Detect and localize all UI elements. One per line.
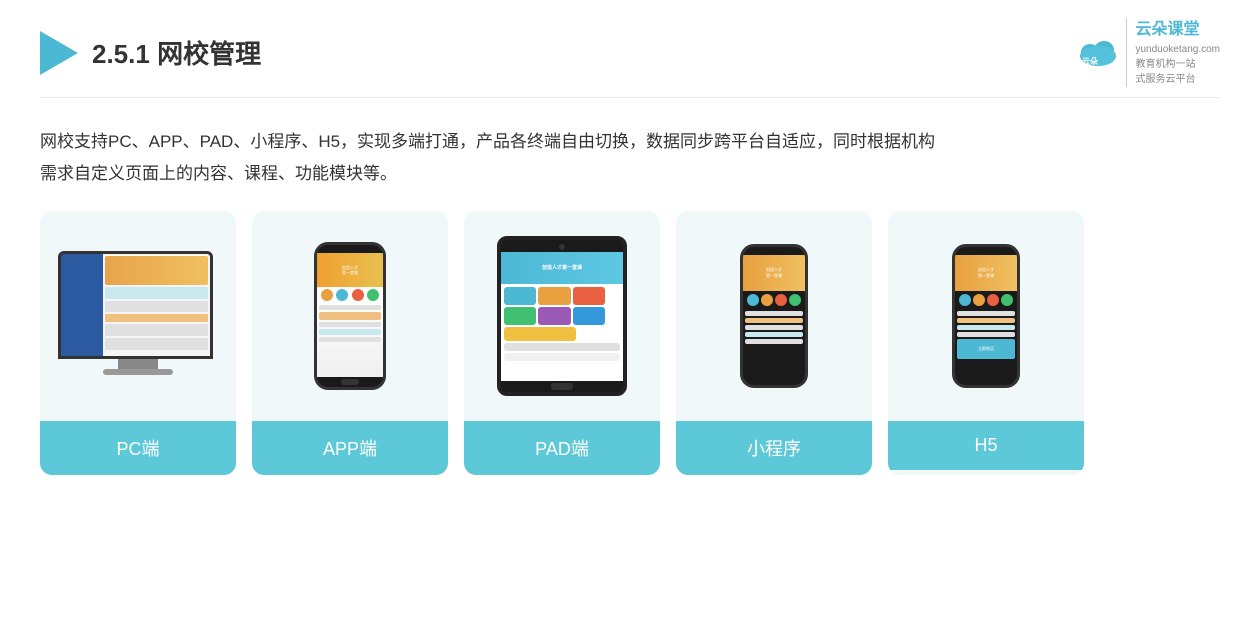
cloud-logo-icon: 云朵 bbox=[1076, 36, 1120, 70]
cards-container: PC端 创造人才第一堂课 bbox=[40, 211, 1220, 475]
miniprogram-device-icon: 创造人才第一堂课 bbox=[740, 244, 808, 388]
card-pad-image: 创造人才第一堂课 bbox=[464, 211, 660, 421]
card-app: 创造人才第一堂课 bbox=[252, 211, 448, 475]
brand-logo: 云朵 云朵课堂 yunduoketang.com 教育机构一站 式服务云平台 bbox=[1076, 18, 1220, 87]
card-app-label: APP端 bbox=[252, 421, 448, 475]
card-pad-label: PAD端 bbox=[464, 421, 660, 475]
page-container: 2.5.1 网校管理 云朵 云朵课堂 yunduoketang.com 教育机构… bbox=[0, 0, 1260, 630]
card-h5-image: 创造人才第一堂课 bbox=[888, 211, 1084, 421]
app-device-icon: 创造人才第一堂课 bbox=[314, 242, 386, 390]
pad-device-icon: 创造人才第一堂课 bbox=[497, 236, 627, 396]
card-miniprogram: 创造人才第一堂课 bbox=[676, 211, 872, 475]
page-title: 2.5.1 网校管理 bbox=[92, 34, 261, 71]
card-pc-image bbox=[40, 211, 236, 421]
svg-text:云朵: 云朵 bbox=[1082, 56, 1098, 66]
header: 2.5.1 网校管理 云朵 云朵课堂 yunduoketang.com 教育机构… bbox=[40, 0, 1220, 98]
card-pc-label: PC端 bbox=[40, 421, 236, 475]
card-pc: PC端 bbox=[40, 211, 236, 475]
triangle-logo-icon bbox=[40, 31, 78, 75]
logo-text: 云朵课堂 yunduoketang.com 教育机构一站 式服务云平台 bbox=[1126, 18, 1220, 87]
card-miniprogram-image: 创造人才第一堂课 bbox=[676, 211, 872, 421]
h5-device-icon: 创造人才第一堂课 bbox=[952, 244, 1020, 388]
pc-device-icon bbox=[58, 251, 218, 381]
card-app-image: 创造人才第一堂课 bbox=[252, 211, 448, 421]
card-miniprogram-label: 小程序 bbox=[676, 421, 872, 475]
card-h5-label: H5 bbox=[888, 421, 1084, 470]
card-pad: 创造人才第一堂课 bbox=[464, 211, 660, 475]
header-left: 2.5.1 网校管理 bbox=[40, 31, 261, 75]
description-text: 网校支持PC、APP、PAD、小程序、H5，实现多端打通，产品各终端自由切换，数… bbox=[40, 126, 1220, 191]
card-h5: 创造人才第一堂课 bbox=[888, 211, 1084, 475]
